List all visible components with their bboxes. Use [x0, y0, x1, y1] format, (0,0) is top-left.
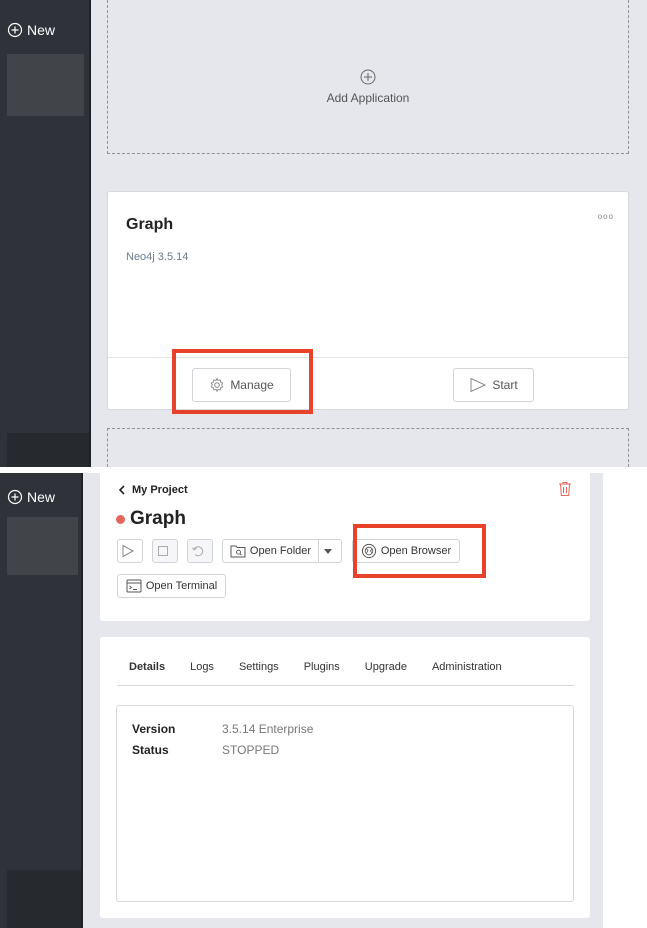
folder-icon — [230, 545, 246, 558]
stop-icon — [158, 546, 168, 556]
new-project-label: New — [27, 489, 56, 505]
status-value: STOPPED — [222, 743, 280, 757]
start-button[interactable] — [117, 539, 143, 563]
start-button[interactable]: Start — [453, 368, 534, 402]
terminal-icon — [126, 579, 142, 593]
add-application-placeholder — [107, 428, 629, 467]
tab-details[interactable]: Details — [129, 660, 165, 685]
open-browser-highlight-box — [353, 524, 486, 578]
version-row: Version 3.5.14 Enterprise — [132, 722, 313, 736]
details-info-box: Version 3.5.14 Enterprise Status STOPPED — [116, 705, 574, 902]
status-key: Status — [132, 743, 169, 757]
tab-settings[interactable]: Settings — [239, 660, 279, 685]
undo-icon — [192, 546, 204, 557]
tab-bar: Details Logs Settings Plugins Upgrade Ad… — [117, 660, 574, 686]
trash-icon[interactable] — [558, 481, 572, 502]
more-icon[interactable]: ooo — [598, 212, 614, 221]
breadcrumb-label: My Project — [132, 484, 188, 496]
sidebar-footer — [7, 433, 91, 467]
sidebar-footer — [7, 870, 83, 928]
add-application-button[interactable]: Add Application — [107, 0, 629, 154]
version-key: Version — [132, 722, 176, 736]
sidebar-item-active-project[interactable] — [7, 517, 78, 575]
project-header-card: My Project Graph Open Folder Open Browse… — [100, 473, 590, 621]
projects-view-panel: New Add Application Graph Neo4j 3.5.14 o… — [0, 0, 647, 467]
status-indicator — [116, 514, 125, 524]
add-application-label: Add Application — [326, 90, 410, 105]
sidebar-item-active-project[interactable] — [7, 54, 84, 116]
caret-down-icon — [324, 548, 332, 554]
plus-circle-icon — [360, 69, 376, 84]
sidebar: New — [0, 473, 83, 928]
open-terminal-button[interactable]: Open Terminal — [117, 574, 226, 598]
open-terminal-label: Open Terminal — [145, 580, 218, 592]
plus-circle-icon — [7, 22, 23, 38]
tab-logs[interactable]: Logs — [190, 660, 214, 685]
play-icon — [470, 377, 487, 393]
plus-circle-icon — [7, 489, 23, 505]
new-project-label: New — [27, 22, 56, 38]
chevron-left-icon — [118, 485, 125, 495]
start-button-label: Start — [492, 378, 518, 392]
project-detail-panel: New My Project Graph Open Folder Open Br… — [0, 473, 647, 928]
tab-administration[interactable]: Administration — [432, 660, 502, 685]
application-title: Graph — [126, 216, 174, 233]
version-value: 3.5.14 Enterprise — [222, 722, 314, 736]
tab-upgrade[interactable]: Upgrade — [365, 660, 407, 685]
manage-highlight-box — [172, 349, 313, 414]
sidebar: New — [0, 0, 91, 467]
breadcrumb[interactable]: My Project — [118, 484, 188, 496]
tab-plugins[interactable]: Plugins — [304, 660, 340, 685]
play-icon — [122, 544, 135, 558]
open-folder-button[interactable]: Open Folder — [222, 539, 319, 563]
application-version: Neo4j 3.5.14 — [126, 251, 189, 263]
new-project-button[interactable]: New — [7, 22, 55, 38]
status-row: Status STOPPED — [132, 743, 279, 757]
restart-button[interactable] — [187, 539, 213, 563]
project-title-text: Graph — [130, 508, 186, 529]
stop-button[interactable] — [152, 539, 178, 563]
open-folder-label: Open Folder — [249, 545, 312, 557]
open-folder-dropdown[interactable] — [319, 539, 342, 563]
new-project-button[interactable]: New — [7, 489, 55, 505]
sidebar-divider — [89, 0, 91, 467]
open-folder-split-button: Open Folder — [222, 539, 342, 563]
details-card: Details Logs Settings Plugins Upgrade Ad… — [100, 637, 590, 918]
project-title: Graph — [116, 508, 186, 530]
